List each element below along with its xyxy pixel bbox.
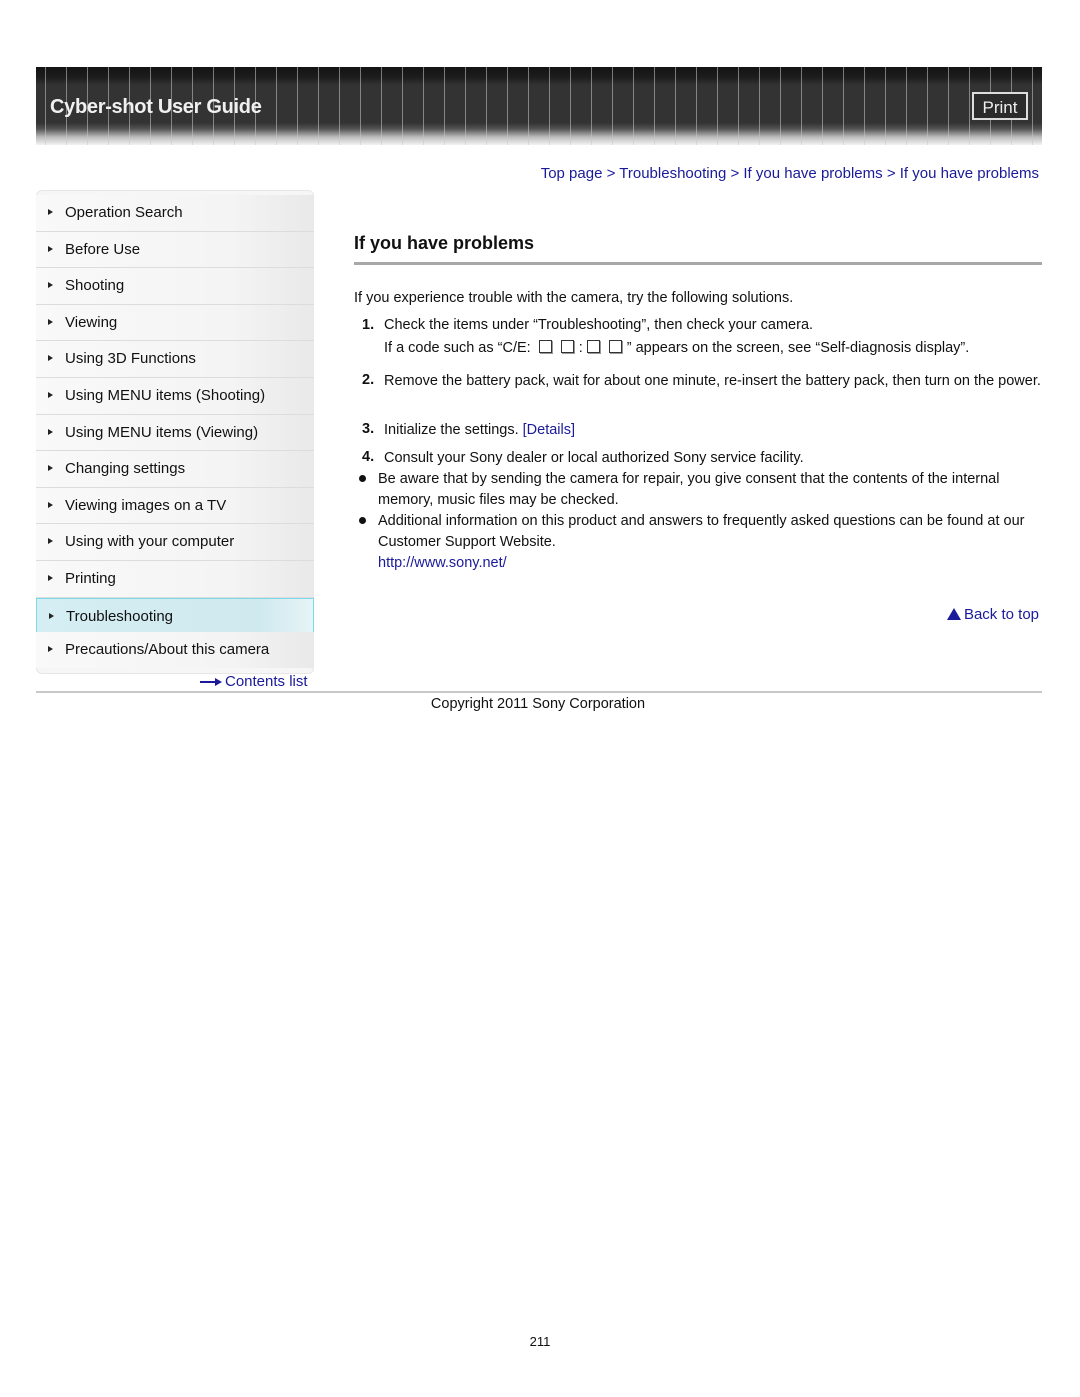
triangle-up-icon	[946, 608, 961, 620]
intro-text: If you experience trouble with the camer…	[354, 290, 794, 306]
arrow-right-icon	[200, 677, 222, 687]
sidebar-item-precautions[interactable]: Precautions/About this camera	[36, 632, 314, 668]
triangle-right-icon	[48, 501, 53, 508]
triangle-right-icon	[48, 646, 53, 653]
sidebar-item-printing[interactable]: Printing	[36, 560, 314, 598]
sidebar-item-viewing-on-tv[interactable]: Viewing images on a TV	[36, 487, 314, 525]
sidebar-item-troubleshooting[interactable]: Troubleshooting	[36, 597, 314, 634]
sidebar-item-menu-viewing[interactable]: Using MENU items (Viewing)	[36, 414, 314, 452]
sidebar-item-label: Operation Search	[65, 204, 183, 221]
sidebar-item-operation-search[interactable]: Operation Search	[36, 195, 314, 232]
breadcrumb-if-you-have-problems[interactable]: If you have problems	[743, 165, 882, 182]
triangle-right-icon	[48, 465, 53, 472]
triangle-right-icon	[48, 538, 53, 545]
step-number: 3.	[362, 421, 375, 437]
step-4: 4. Consult your Sony dealer or local aut…	[354, 449, 1044, 471]
placeholder-square-icon	[586, 340, 600, 353]
breadcrumb-separator: >	[886, 165, 896, 182]
sidebar-item-label: Precautions/About this camera	[65, 641, 270, 659]
sidebar-item-label: Using with your computer	[65, 533, 235, 551]
note-bullet: Additional information on this product a…	[354, 511, 1044, 575]
sidebar-item-changing-settings[interactable]: Changing settings	[36, 451, 314, 488]
note-bullet: Be aware that by sending the camera for …	[354, 469, 1044, 511]
title-divider	[354, 262, 1042, 265]
back-to-top-label: Back to top	[963, 606, 1039, 623]
triangle-right-icon	[48, 574, 53, 581]
sidebar-item-shooting[interactable]: Shooting	[36, 268, 314, 305]
step-text: Initialize the settings.	[384, 422, 519, 438]
step-3: 3. Initialize the settings. [Details]	[354, 421, 1044, 443]
breadcrumb-troubleshooting[interactable]: Troubleshooting	[619, 165, 726, 182]
contents-list-label: Contents list	[225, 673, 308, 690]
step-1: 1. Check the items under “Troubleshootin…	[354, 317, 1044, 361]
step-2: 2. Remove the battery pack, wait for abo…	[354, 372, 1044, 416]
sidebar-item-label: Changing settings	[65, 460, 186, 478]
step-text: Check the items under “Troubleshooting”,…	[384, 317, 814, 333]
code-note-colon: :	[578, 340, 583, 356]
sony-website-link[interactable]: http://www.sony.net/	[378, 555, 507, 571]
placeholder-square-icon	[608, 340, 622, 353]
sidebar-item-menu-shooting[interactable]: Using MENU items (Shooting)	[36, 377, 314, 415]
header-banner: Cyber-shot User Guide Print	[36, 67, 1042, 145]
code-note-prefix: If a code such as “C/E:	[384, 340, 535, 356]
copyright-text: Copyright 2011 Sony Corporation	[430, 696, 646, 712]
page-number: 211	[529, 1334, 551, 1349]
placeholder-square-icon	[560, 340, 574, 353]
triangle-right-icon	[48, 245, 53, 252]
triangle-right-icon	[48, 355, 53, 362]
step-text: Consult your Sony dealer or local author…	[384, 450, 804, 466]
sidebar-item-using-with-computer[interactable]: Using with your computer	[36, 524, 314, 561]
sidebar-item-label: Viewing	[65, 313, 118, 331]
guide-title: Cyber-shot User Guide	[50, 96, 262, 118]
sidebar-item-label: Viewing images on a TV	[65, 496, 227, 514]
details-link[interactable]: [Details]	[523, 422, 575, 438]
note-text: Additional information on this product a…	[378, 513, 1025, 550]
placeholder-square-icon	[538, 340, 552, 353]
triangle-right-icon	[48, 428, 53, 435]
sidebar-nav: Operation Search Before Use Shooting Vie…	[36, 190, 314, 674]
code-note-suffix: ” appears on the screen, see “Self-diagn…	[626, 340, 970, 356]
note-text: Be aware that by sending the camera for …	[378, 471, 1000, 508]
breadcrumb-separator: >	[606, 165, 616, 182]
triangle-right-icon	[49, 612, 54, 619]
sidebar-item-label: Using 3D Functions	[65, 350, 196, 368]
error-code-note: If a code such as “C/E: : ” appears on th…	[384, 338, 1044, 359]
sidebar-item-label: Before Use	[65, 240, 141, 258]
sidebar-item-label: Printing	[65, 569, 116, 587]
step-number: 1.	[362, 317, 375, 333]
bullet-icon	[359, 475, 366, 482]
sidebar-item-label: Using MENU items (Viewing)	[65, 423, 259, 441]
contents-list-link[interactable]: Contents list	[200, 673, 308, 690]
breadcrumb-top-page[interactable]: Top page	[541, 165, 603, 182]
sidebar-item-viewing[interactable]: Viewing	[36, 304, 314, 342]
page-title: If you have problems	[354, 233, 535, 253]
step-text: Remove the battery pack, wait for about …	[384, 373, 1041, 389]
sidebar-item-label: Using MENU items (Shooting)	[65, 386, 266, 404]
sidebar-item-before-use[interactable]: Before Use	[36, 231, 314, 269]
sidebar-item-using-3d-functions[interactable]: Using 3D Functions	[36, 341, 314, 378]
back-to-top-link[interactable]: Back to top	[946, 606, 1039, 623]
sidebar-item-label: Shooting	[65, 277, 125, 295]
breadcrumb-separator: >	[730, 165, 740, 182]
breadcrumb-current[interactable]: If you have problems	[900, 165, 1039, 182]
step-number: 4.	[362, 449, 375, 465]
bullet-icon	[359, 517, 366, 524]
triangle-right-icon	[48, 209, 53, 215]
triangle-right-icon	[48, 318, 53, 325]
print-button[interactable]: Print	[972, 92, 1028, 120]
footer-divider	[36, 691, 1042, 693]
triangle-right-icon	[48, 391, 53, 398]
breadcrumb: Top page > Troubleshooting > If you have…	[541, 165, 1039, 182]
sidebar-item-label: Troubleshooting	[66, 607, 174, 625]
step-number: 2.	[362, 372, 375, 388]
triangle-right-icon	[48, 282, 53, 289]
